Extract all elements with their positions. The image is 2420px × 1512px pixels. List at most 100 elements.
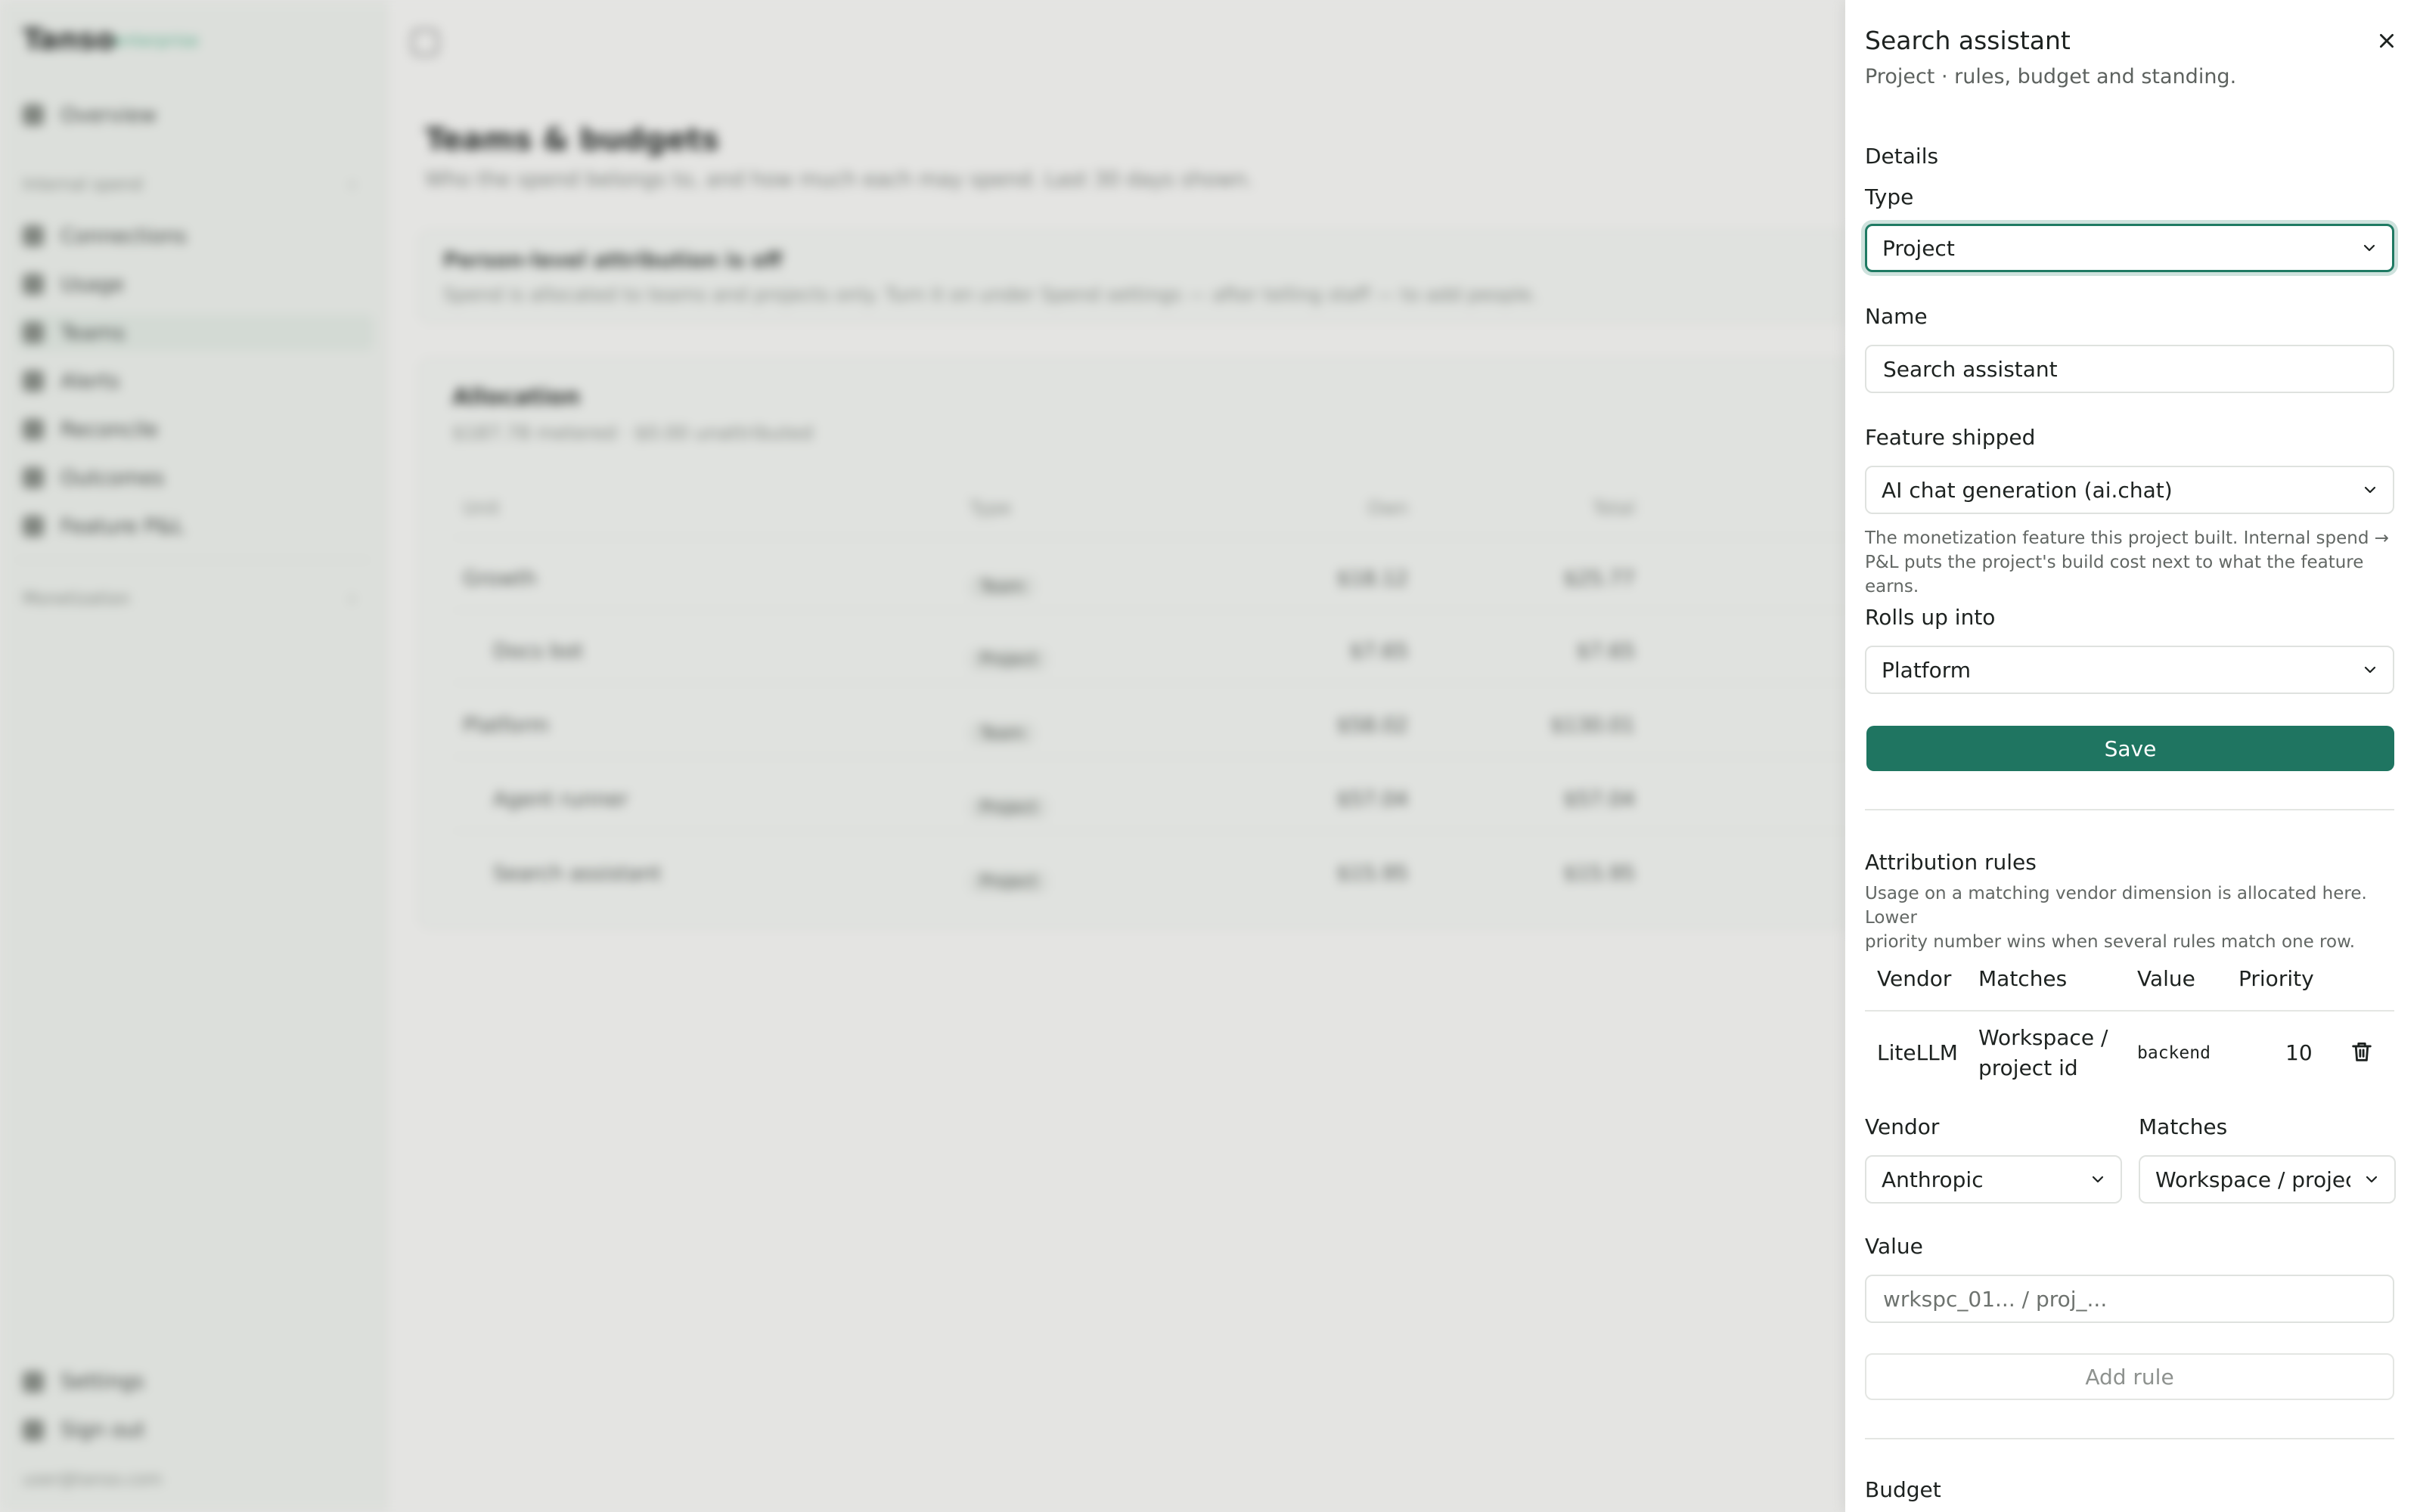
type-pill: Project [970, 649, 1048, 671]
delete-rule-button[interactable] [2349, 1039, 2376, 1066]
sidebar-group-monetization[interactable]: Monetization › [23, 590, 355, 609]
rule-value-input-field[interactable] [1882, 1285, 2393, 1312]
type-pill: Team [970, 723, 1035, 745]
sidebar-item-teams[interactable]: Teams [18, 314, 374, 351]
add-rule-button[interactable]: Add rule [1865, 1353, 2394, 1400]
bell-icon [23, 370, 44, 392]
screen: Tanso enterprise Overview Internal spend… [0, 0, 2420, 1512]
new-rule-value-label: Value [1865, 1234, 1923, 1259]
rule-vendor: LiteLLM [1877, 1040, 1958, 1065]
table-row[interactable]: Docs bot Project $7.65 $7.65 [463, 631, 1673, 676]
budget-heading: Budget [1865, 1477, 1941, 1502]
type-select[interactable]: Project [1865, 224, 2394, 272]
new-rule-vendor-label: Vendor [1865, 1114, 1940, 1139]
sidebar-item-settings[interactable]: Settings [23, 1370, 144, 1393]
rules-hint: Usage on a matching vendor dimension is … [1865, 881, 2394, 954]
table-row[interactable]: Search assistant Project $15.95 $15.95 [463, 853, 1673, 898]
page-title: Teams & budgets [425, 122, 719, 157]
name-input[interactable] [1865, 345, 2394, 393]
allocation-subtitle: $187.78 metered · $0.00 unattributed [452, 422, 814, 444]
new-rule-matches-select[interactable]: Workspace / project [2139, 1155, 2396, 1204]
sidebar: Tanso enterprise Overview Internal spend… [0, 0, 387, 1512]
total-spend: $130.01 [1550, 714, 1635, 737]
column-header-matches: Matches [1978, 966, 2068, 991]
chevron-icon: › [349, 590, 355, 609]
sidebar-item-label: Reconcile [60, 417, 159, 442]
chevron-down-icon [2363, 244, 2375, 252]
new-rule-value-input[interactable] [1865, 1275, 2394, 1323]
sidebar-toggle-icon[interactable] [411, 29, 439, 56]
type-select-value: Project [1882, 235, 1955, 261]
name-input-field[interactable] [1882, 355, 2393, 383]
total-spend: $7.65 [1576, 640, 1635, 663]
main-content: Teams & budgets Who the spend belongs to… [387, 0, 1859, 1512]
table-row[interactable]: Growth Team $18.12 $25.77 [463, 558, 1673, 603]
unit-name: Platform [463, 714, 549, 737]
sidebar-item-feature-pnl[interactable]: Feature P&L [23, 508, 371, 544]
feature-select-value: AI chat generation (ai.chat) [1882, 477, 2173, 503]
overview-icon [23, 104, 44, 125]
column-header-vendor: Vendor [1877, 966, 1952, 991]
sidebar-item-connections[interactable]: Connections [23, 218, 371, 254]
sidebar-item-label: Usage [60, 272, 125, 296]
own-spend: $18.12 [1336, 567, 1408, 590]
new-rule-matches-label: Matches [2139, 1114, 2228, 1139]
allocation-card: Allocation $187.78 metered · $0.00 unatt… [419, 358, 1859, 928]
total-spend: $57.04 [1563, 788, 1635, 811]
sidebar-group-internal[interactable]: Internal spend ‹ [23, 175, 355, 194]
sidebar-item-sign-out[interactable]: Sign out [23, 1418, 145, 1442]
own-spend: $7.65 [1349, 640, 1408, 663]
total-spend: $15.95 [1563, 862, 1635, 885]
sidebar-item-outcomes[interactable]: Outcomes [23, 460, 371, 496]
details-heading: Details [1865, 144, 1939, 169]
unit-name: Docs bot [493, 640, 584, 663]
column-header-value: Value [2137, 966, 2195, 991]
matches-select-value: Workspace / project [2155, 1167, 2350, 1192]
sidebar-item-label: Alerts [60, 369, 120, 393]
brand-tag: enterprise [113, 32, 199, 51]
column-header: Unit [463, 497, 500, 519]
feature-hint: The monetization feature this project bu… [1865, 526, 2394, 599]
vendor-select-value: Anthropic [1882, 1167, 1984, 1192]
rules-table-header: Vendor Matches Value Priority [1865, 954, 2394, 1012]
save-button[interactable]: Save [1866, 726, 2394, 771]
sidebar-item-label: Teams [60, 321, 126, 345]
rule-matches-line: Workspace / [1978, 1025, 2108, 1050]
column-header-priority: Priority [2238, 966, 2314, 991]
unit-detail-panel: Search assistant Project · rules, budget… [1845, 0, 2420, 1512]
feature-select[interactable]: AI chat generation (ai.chat) [1865, 466, 2394, 514]
reconcile-icon [23, 419, 44, 440]
close-icon [2380, 34, 2394, 48]
column-header: Total [1592, 497, 1635, 519]
unit-name: Agent runner [493, 788, 628, 811]
rollup-select[interactable]: Platform [1865, 646, 2394, 694]
sidebar-item-reconcile[interactable]: Reconcile [23, 411, 371, 448]
new-rule-vendor-select[interactable]: Anthropic [1865, 1155, 2122, 1204]
column-header: Own [1367, 497, 1408, 519]
allocation-title: Allocation [452, 384, 581, 411]
row-divider [452, 830, 1851, 832]
close-button[interactable] [2372, 26, 2402, 56]
sidebar-item-overview[interactable]: Overview [23, 97, 371, 133]
own-spend: $58.02 [1336, 714, 1408, 737]
brand-logo: Tanso [23, 23, 116, 56]
rollup-label: Rolls up into [1865, 605, 1996, 630]
notice-body: Spend is allocated to teams and projects… [443, 284, 1538, 305]
outcomes-icon [23, 467, 44, 488]
type-pill: Project [970, 871, 1048, 893]
panel-title: Search assistant [1865, 26, 2071, 55]
rollup-select-value: Platform [1882, 657, 1972, 683]
total-spend: $25.77 [1563, 567, 1635, 590]
rule-matches-line: project id [1978, 1055, 2078, 1080]
table-row[interactable]: Agent runner Project $57.04 $57.04 [463, 779, 1673, 824]
table-row[interactable]: Platform Team $58.02 $130.01 [463, 705, 1673, 750]
sidebar-item-alerts[interactable]: Alerts [23, 363, 371, 399]
sidebar-item-usage[interactable]: Usage [23, 266, 371, 302]
page-subtitle: Who the spend belongs to, and how much e… [425, 168, 1253, 191]
sidebar-item-label: Settings [60, 1370, 144, 1393]
unit-name: Search assistant [493, 862, 662, 885]
chevron-down-icon [2364, 486, 2376, 494]
table-header: Unit Type Own Total [463, 488, 1673, 534]
sidebar-divider [15, 559, 371, 561]
rules-heading: Attribution rules [1865, 850, 2037, 875]
